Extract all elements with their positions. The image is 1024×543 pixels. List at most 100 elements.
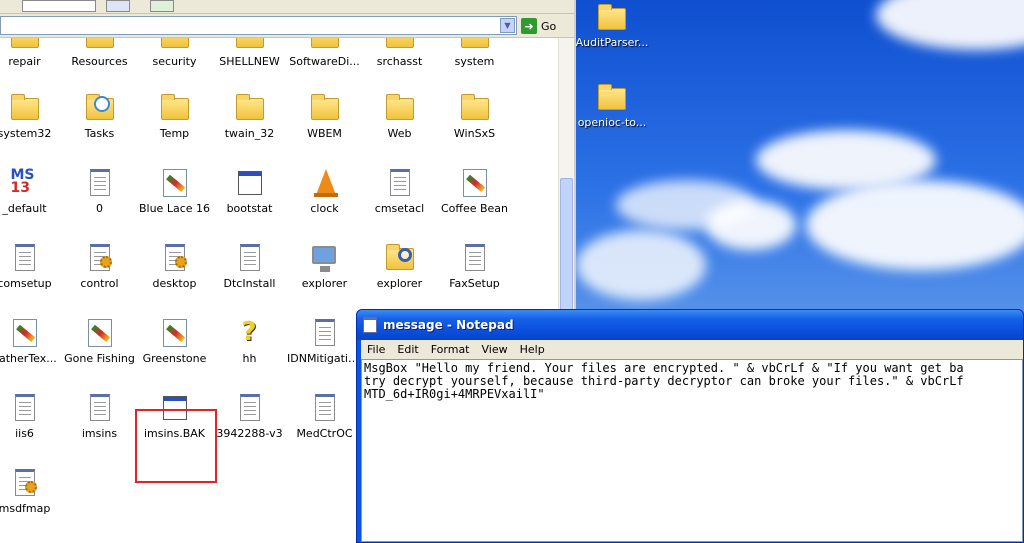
text-file-icon	[9, 392, 41, 424]
file-item[interactable]: MS 13 _default	[0, 167, 62, 215]
file-item[interactable]: explorer	[287, 242, 362, 290]
file-label: clock	[310, 202, 339, 215]
text-area[interactable]: MsgBox "Hello my friend. Your files are …	[361, 359, 1023, 542]
folder-icon	[159, 38, 191, 52]
go-label: Go	[541, 19, 557, 33]
file-item[interactable]: Gone Fishing	[62, 317, 137, 365]
file-label: repair	[8, 55, 41, 68]
file-item[interactable]: eatherTex...	[0, 317, 62, 365]
config-file-icon	[84, 242, 116, 274]
file-item[interactable]: Tasks	[62, 92, 137, 140]
text-file-icon	[84, 392, 116, 424]
file-item[interactable]: iis6	[0, 392, 62, 440]
file-item[interactable]: Temp	[137, 92, 212, 140]
file-label: bootstat	[226, 202, 273, 215]
file-item[interactable]: 0	[62, 167, 137, 215]
file-item[interactable]: FaxSetup	[437, 242, 512, 290]
menu-file[interactable]: File	[361, 343, 391, 356]
file-label: iis6	[15, 427, 34, 440]
text-file-icon	[234, 242, 266, 274]
file-item[interactable]: Coffee Bean	[437, 167, 512, 215]
chevron-down-icon[interactable]: ▼	[500, 18, 515, 33]
file-item[interactable]: Resources	[62, 38, 137, 68]
file-label: system32	[0, 127, 52, 140]
file-item[interactable]: system	[437, 38, 512, 68]
toolbar	[0, 0, 574, 14]
address-input[interactable]: ▼	[0, 16, 517, 35]
file-item[interactable]: WBEM	[287, 92, 362, 140]
help-icon: ?	[241, 317, 257, 347]
file-item[interactable]: MedCtrOC	[287, 392, 362, 440]
file-label: SoftwareDi...	[289, 55, 360, 68]
file-item[interactable]: DtcInstall	[212, 242, 287, 290]
folder-icon	[309, 92, 341, 124]
file-item[interactable]: SoftwareDi...	[287, 38, 362, 68]
go-button[interactable]: ➜ Go	[521, 17, 556, 35]
folder-icon	[384, 38, 416, 52]
file-item[interactable]: IDNMitigatio...	[287, 317, 362, 365]
file-item[interactable]: cmsetacl	[362, 167, 437, 215]
file-item[interactable]: twain_32	[212, 92, 287, 140]
folder-icon	[159, 92, 191, 124]
file-label: SHELLNEW	[219, 55, 280, 68]
file-item[interactable]: WinSxS	[437, 92, 512, 140]
selection-highlight	[135, 409, 217, 483]
folder-icon	[384, 92, 416, 124]
file-item[interactable]: msdfmap	[0, 467, 62, 515]
views-button[interactable]	[22, 0, 96, 12]
file-item[interactable]: system32	[0, 92, 62, 140]
bitmap-icon	[159, 317, 191, 349]
file-item[interactable]: Web	[362, 92, 437, 140]
file-item[interactable]: ? hh	[212, 317, 287, 365]
bitmap-icon	[459, 167, 491, 199]
notepad-window: message - Notepad File Edit Format View …	[356, 309, 1024, 543]
file-label: WinSxS	[453, 127, 496, 140]
file-label: Resources	[71, 55, 128, 68]
file-label: 3942288-v3	[216, 427, 283, 440]
file-item[interactable]: security	[137, 38, 212, 68]
file-label: msdfmap	[0, 502, 51, 515]
file-item[interactable]: explorer	[362, 242, 437, 290]
desktop-icon-openioc[interactable]: openioc-to...	[576, 82, 652, 129]
folder-icon	[234, 38, 266, 52]
menu-view[interactable]: View	[476, 343, 514, 356]
text-file-icon	[309, 392, 341, 424]
ms-shortcut-icon: MS 13	[10, 167, 35, 196]
file-item[interactable]: srchasst	[362, 38, 437, 68]
file-item[interactable]: Blue Lace 16	[137, 167, 212, 215]
desktop-icon-auditparser[interactable]: AuditParser...	[576, 2, 652, 49]
config-file-icon	[9, 467, 41, 499]
file-item[interactable]: clock	[287, 167, 362, 215]
file-item[interactable]: Greenstone	[137, 317, 212, 365]
title-bar[interactable]: message - Notepad	[357, 310, 1023, 340]
text-file-icon	[309, 317, 341, 349]
computer-icon	[309, 242, 341, 274]
toolbar-icon[interactable]	[150, 0, 174, 12]
file-item[interactable]: repair	[0, 38, 62, 68]
file-label: eatherTex...	[0, 352, 57, 365]
file-label: system	[454, 55, 495, 68]
file-item[interactable]: control	[62, 242, 137, 290]
text-file-icon	[9, 242, 41, 274]
file-label: Web	[387, 127, 412, 140]
file-item[interactable]: desktop	[137, 242, 212, 290]
menu-help[interactable]: Help	[514, 343, 551, 356]
file-label: srchasst	[376, 55, 423, 68]
scheduled-tasks-icon	[84, 92, 116, 124]
file-label: cmsetacl	[374, 202, 425, 215]
desktop-icon-label: openioc-to...	[577, 116, 647, 129]
file-item[interactable]: comsetup	[0, 242, 62, 290]
menu-format[interactable]: Format	[425, 343, 476, 356]
text-file-icon	[384, 167, 416, 199]
toolbar-icon[interactable]	[106, 0, 130, 12]
file-label: Temp	[159, 127, 190, 140]
file-label: twain_32	[224, 127, 275, 140]
go-arrow-icon: ➜	[521, 18, 537, 34]
search-folder-icon	[384, 242, 416, 274]
file-item[interactable]: 3942288-v3	[212, 392, 287, 440]
file-label: DtcInstall	[223, 277, 276, 290]
file-item[interactable]: SHELLNEW	[212, 38, 287, 68]
menu-edit[interactable]: Edit	[391, 343, 424, 356]
file-item[interactable]: bootstat	[212, 167, 287, 215]
file-item[interactable]: imsins	[62, 392, 137, 440]
